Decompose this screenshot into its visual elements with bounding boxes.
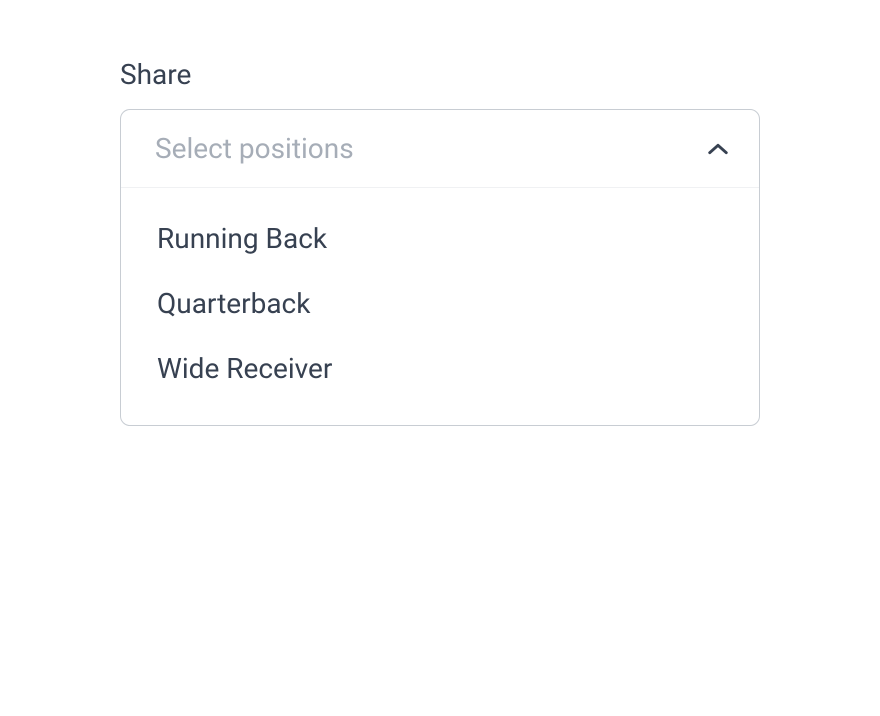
chevron-up-icon xyxy=(707,138,729,160)
option-wide-receiver[interactable]: Wide Receiver xyxy=(121,336,759,401)
option-running-back[interactable]: Running Back xyxy=(121,206,759,271)
dropdown-toggle[interactable]: Select positions xyxy=(121,110,759,188)
dropdown-options: Running Back Quarterback Wide Receiver xyxy=(121,188,759,425)
positions-dropdown: Select positions Running Back Quarterbac… xyxy=(120,109,760,426)
dropdown-placeholder: Select positions xyxy=(155,132,354,165)
option-quarterback[interactable]: Quarterback xyxy=(121,271,759,336)
field-label: Share xyxy=(120,58,760,91)
